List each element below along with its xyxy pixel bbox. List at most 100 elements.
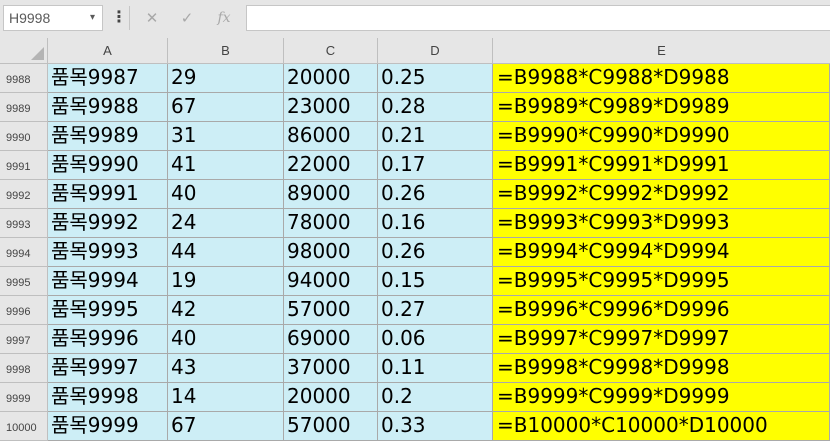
enter-check-icon[interactable]: ✓ [174, 7, 200, 29]
row-header[interactable]: 9990 [0, 122, 48, 151]
select-all-triangle-icon [31, 47, 44, 60]
cell-b[interactable]: 14 [168, 383, 284, 412]
cell-b[interactable]: 31 [168, 122, 284, 151]
cell-c[interactable]: 20000 [284, 383, 378, 412]
cell-a[interactable]: 품목9998 [48, 383, 168, 412]
cell-a[interactable]: 품목9990 [48, 151, 168, 180]
insert-function-icon[interactable]: fx [211, 7, 237, 29]
cell-d[interactable]: 0.15 [378, 267, 493, 296]
table-row: 9989 품목9988 67 23000 0.28 =B9989*C9989*D9989 [0, 93, 830, 122]
cell-c[interactable]: 57000 [284, 412, 378, 441]
cell-e[interactable]: =B9999*C9999*D9999 [493, 383, 830, 412]
cell-a[interactable]: 품목9996 [48, 325, 168, 354]
cell-d[interactable]: 0.33 [378, 412, 493, 441]
cell-e[interactable]: =B9989*C9989*D9989 [493, 93, 830, 122]
cell-a[interactable]: 품목9987 [48, 64, 168, 93]
cell-a[interactable]: 품목9999 [48, 412, 168, 441]
row-header[interactable]: 9996 [0, 296, 48, 325]
column-header-c[interactable]: C [284, 38, 378, 63]
cell-c[interactable]: 69000 [284, 325, 378, 354]
cell-b[interactable]: 24 [168, 209, 284, 238]
column-header-b[interactable]: B [168, 38, 284, 63]
row-header[interactable]: 9994 [0, 238, 48, 267]
cell-a[interactable]: 품목9992 [48, 209, 168, 238]
cell-d[interactable]: 0.16 [378, 209, 493, 238]
row-header[interactable]: 9995 [0, 267, 48, 296]
cell-e[interactable]: =B9991*C9991*D9991 [493, 151, 830, 180]
cell-d[interactable]: 0.17 [378, 151, 493, 180]
row-header[interactable]: 9991 [0, 151, 48, 180]
cell-d[interactable]: 0.11 [378, 354, 493, 383]
table-row: 9988 품목9987 29 20000 0.25 =B9988*C9988*D9988 [0, 64, 830, 93]
cell-b[interactable]: 67 [168, 412, 284, 441]
cell-c[interactable]: 78000 [284, 209, 378, 238]
cell-e[interactable]: =B10000*C10000*D10000 [493, 412, 830, 441]
cell-d[interactable]: 0.28 [378, 93, 493, 122]
cell-e[interactable]: =B9994*C9994*D9994 [493, 238, 830, 267]
cell-b[interactable]: 43 [168, 354, 284, 383]
cell-b[interactable]: 44 [168, 238, 284, 267]
cell-e[interactable]: =B9990*C9990*D9990 [493, 122, 830, 151]
cell-c[interactable]: 23000 [284, 93, 378, 122]
table-row: 9999 품목9998 14 20000 0.2 =B9999*C9999*D9999 [0, 383, 830, 412]
table-row: 9995 품목9994 19 94000 0.15 =B9995*C9995*D9995 [0, 267, 830, 296]
row-header[interactable]: 9989 [0, 93, 48, 122]
cell-a[interactable]: 품목9988 [48, 93, 168, 122]
row-header[interactable]: 9992 [0, 180, 48, 209]
table-row: 9992 품목9991 40 89000 0.26 =B9992*C9992*D9992 [0, 180, 830, 209]
cancel-icon[interactable]: ✕ [139, 7, 165, 29]
cell-b[interactable]: 29 [168, 64, 284, 93]
cell-b[interactable]: 40 [168, 325, 284, 354]
column-header-e[interactable]: E [493, 38, 830, 63]
cell-a[interactable]: 품목9991 [48, 180, 168, 209]
cell-b[interactable]: 19 [168, 267, 284, 296]
cell-e[interactable]: =B9988*C9988*D9988 [493, 64, 830, 93]
column-header-d[interactable]: D [378, 38, 493, 63]
cell-e[interactable]: =B9993*C9993*D9993 [493, 209, 830, 238]
cell-b[interactable]: 41 [168, 151, 284, 180]
row-header[interactable]: 9993 [0, 209, 48, 238]
cell-a[interactable]: 품목9989 [48, 122, 168, 151]
cell-c[interactable]: 37000 [284, 354, 378, 383]
cell-d[interactable]: 0.26 [378, 238, 493, 267]
cell-b[interactable]: 42 [168, 296, 284, 325]
cell-b[interactable]: 67 [168, 93, 284, 122]
cell-c[interactable]: 22000 [284, 151, 378, 180]
cell-e[interactable]: =B9995*C9995*D9995 [493, 267, 830, 296]
cell-c[interactable]: 89000 [284, 180, 378, 209]
name-box[interactable]: H9998 ▾ [3, 5, 103, 31]
row-header[interactable]: 9998 [0, 354, 48, 383]
table-row: 9991 품목9990 41 22000 0.17 =B9991*C9991*D9991 [0, 151, 830, 180]
chevron-down-icon[interactable]: ▾ [90, 9, 95, 27]
select-all-corner[interactable] [0, 38, 48, 63]
table-row: 9998 품목9997 43 37000 0.11 =B9998*C9998*D9998 [0, 354, 830, 383]
column-header-a[interactable]: A [48, 38, 168, 63]
cell-e[interactable]: =B9998*C9998*D9998 [493, 354, 830, 383]
cell-b[interactable]: 40 [168, 180, 284, 209]
cell-a[interactable]: 품목9993 [48, 238, 168, 267]
cell-d[interactable]: 0.25 [378, 64, 493, 93]
row-header[interactable]: 9997 [0, 325, 48, 354]
cell-e[interactable]: =B9996*C9996*D9996 [493, 296, 830, 325]
table-row: 9997 품목9996 40 69000 0.06 =B9997*C9997*D9997 [0, 325, 830, 354]
cell-d[interactable]: 0.27 [378, 296, 493, 325]
cell-a[interactable]: 품목9997 [48, 354, 168, 383]
formula-input[interactable] [246, 5, 830, 31]
more-options-icon[interactable]: ⋮ [111, 7, 127, 29]
cell-c[interactable]: 86000 [284, 122, 378, 151]
cell-d[interactable]: 0.21 [378, 122, 493, 151]
cell-a[interactable]: 품목9994 [48, 267, 168, 296]
row-header[interactable]: 9988 [0, 64, 48, 93]
cell-c[interactable]: 94000 [284, 267, 378, 296]
cell-e[interactable]: =B9997*C9997*D9997 [493, 325, 830, 354]
cell-d[interactable]: 0.06 [378, 325, 493, 354]
row-header[interactable]: 10000 [0, 412, 48, 441]
cell-a[interactable]: 품목9995 [48, 296, 168, 325]
cell-c[interactable]: 57000 [284, 296, 378, 325]
cell-e[interactable]: =B9992*C9992*D9992 [493, 180, 830, 209]
cell-c[interactable]: 98000 [284, 238, 378, 267]
row-header[interactable]: 9999 [0, 383, 48, 412]
cell-d[interactable]: 0.26 [378, 180, 493, 209]
cell-c[interactable]: 20000 [284, 64, 378, 93]
cell-d[interactable]: 0.2 [378, 383, 493, 412]
